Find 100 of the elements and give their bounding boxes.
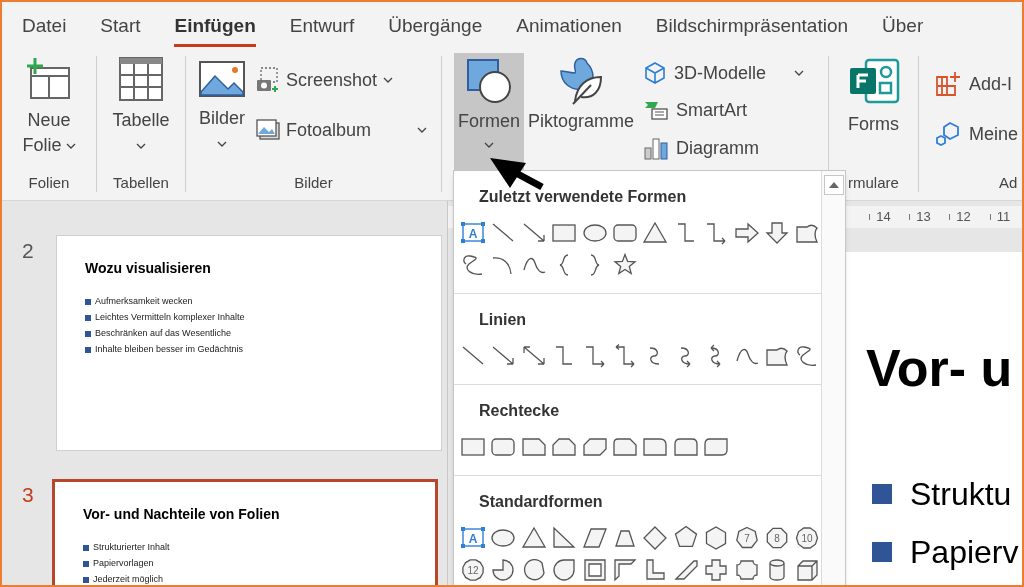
bullet-text: Papierv (910, 533, 1019, 572)
diamond-icon[interactable] (642, 526, 669, 550)
text-box-icon[interactable]: A (460, 221, 486, 245)
oval-icon[interactable] (490, 526, 517, 550)
bullet-text: Aufmerksamkeit wecken (95, 295, 193, 308)
my-add-ins-button[interactable]: Meine (935, 116, 1022, 152)
ribbon-tab[interactable]: Übergänge (388, 2, 483, 47)
ruler-number: 14 (876, 208, 891, 227)
slide-thumbnail[interactable]: Wozu visualisieren Aufmerksamkeit wecken Leichtes Vermitteln komplexer Inhalte Beschränken auf das Wesentliche Inhalte bleiben besser im Gedächtnis (56, 235, 442, 451)
section-heading: Linien (478, 310, 528, 330)
pentagon-icon[interactable] (672, 526, 699, 550)
screenshot-icon (256, 67, 280, 93)
icons-button[interactable]: Piktogramme (528, 48, 635, 172)
new-slide-icon (25, 56, 73, 100)
slide-title: Vor- u (866, 338, 1014, 398)
bullet-icon (85, 346, 91, 353)
rounded-rectangle-icon[interactable] (611, 221, 638, 245)
slide-title: Vor- und Nachteile von Folien (83, 505, 281, 524)
text-box-icon[interactable]: A (460, 526, 486, 550)
bar-chart-icon (644, 136, 669, 160)
bullet-text: Inhalte bleiben besser im Gedächtnis (95, 343, 244, 356)
pie-icon[interactable] (490, 558, 517, 582)
chevron-down-icon (417, 127, 427, 133)
section-heading: Zuletzt verwendete Formen (478, 187, 688, 207)
add-ins-button[interactable]: Add-I (935, 66, 1022, 102)
group-label: Bilder (293, 173, 334, 193)
bullet-icon (872, 542, 892, 562)
cube-icon (644, 62, 667, 84)
add-ins-icon (935, 71, 961, 97)
chevron-down-icon (65, 142, 76, 149)
plaque-icon[interactable] (733, 558, 760, 582)
arrow-line-icon[interactable] (490, 344, 517, 368)
teardrop-icon[interactable] (551, 558, 578, 582)
group-label: rmulare (848, 173, 899, 193)
ribbon-tab[interactable]: Start (100, 2, 141, 47)
rounded-rectangle-icon[interactable] (642, 435, 669, 459)
heptagon-icon[interactable]: 7 (733, 526, 760, 550)
oval-icon[interactable] (581, 221, 608, 245)
rectangle-icon[interactable] (460, 435, 486, 459)
bird-leaf-icon (557, 55, 605, 105)
table-icon (118, 56, 164, 102)
bullet-text: Struktu (910, 475, 1012, 514)
bullet-text: Leichtes Vermitteln komplexer Inhalte (95, 311, 245, 324)
triangle-icon[interactable] (642, 221, 669, 245)
slide-title: Wozu visualisieren (85, 259, 212, 278)
rectangle-icon[interactable] (551, 221, 578, 245)
ribbon-tab[interactable]: Über (882, 2, 924, 47)
slide-number: 2 (21, 238, 35, 264)
chart-button[interactable]: Diagramm (644, 130, 805, 166)
cube-icon[interactable] (794, 558, 821, 582)
group-label: Tabellen (112, 173, 170, 193)
chevron-down-icon (217, 141, 227, 147)
bullet-icon (85, 298, 91, 305)
right-triangle-icon[interactable] (551, 526, 578, 550)
table-button[interactable]: Tabelle (112, 56, 170, 172)
photo-album-icon (256, 119, 280, 141)
diagonal-stripe-icon[interactable] (672, 558, 699, 582)
frame-icon[interactable] (581, 558, 608, 582)
decagon-icon[interactable]: 10 (794, 526, 821, 550)
group-label: Folien (27, 173, 71, 193)
new-slide-label: Neue (27, 109, 71, 132)
double-arrow-icon[interactable] (520, 344, 547, 368)
caret-up-icon (828, 182, 839, 188)
ribbon-tab[interactable]: Entwurf (289, 2, 355, 47)
triangle-icon[interactable] (520, 526, 547, 550)
right-arrow-icon[interactable] (733, 221, 760, 245)
pictures-button[interactable]: Bilder (198, 56, 246, 172)
bullet-text: Papiervorlagen (93, 557, 154, 570)
section-heading: Rechtecke (478, 401, 561, 421)
ribbon-tab[interactable]: Bildschirmpräsentation (655, 2, 849, 47)
new-slide-label: Folie (22, 134, 62, 157)
ribbon-tab[interactable]: Datei (22, 2, 67, 47)
down-arrow-icon[interactable] (763, 221, 790, 245)
chevron-down-icon (484, 142, 494, 148)
shapes-icon (465, 57, 513, 105)
bullet-text: Jederzeit möglich (93, 573, 164, 585)
parallelogram-icon[interactable] (581, 526, 608, 550)
forms-button[interactable]: Forms (847, 58, 900, 172)
half-frame-icon[interactable] (611, 558, 638, 582)
ruler-number: 13 (916, 208, 931, 227)
ribbon-tab[interactable]: Einfügen (174, 2, 256, 47)
slide-thumbnail[interactable]: Vor- und Nachteile von Folien Strukturierter Inhalt Papiervorlagen Jederzeit möglich (52, 479, 438, 585)
bullet-icon (872, 484, 892, 504)
scroll-up-button[interactable] (823, 175, 844, 195)
ribbon-tab[interactable]: Animationen (516, 2, 622, 47)
dodecagon-icon[interactable]: 12 (460, 558, 486, 582)
rounded-rectangle-icon[interactable] (490, 435, 517, 459)
3d-models-button[interactable]: 3D-Modelle (644, 56, 805, 90)
star-icon[interactable] (611, 253, 638, 277)
screenshot-button[interactable]: Screenshot (256, 62, 427, 98)
photo-album-button[interactable]: Fotoalbum (256, 112, 427, 148)
bullet-icon (83, 576, 89, 583)
my-add-ins-icon (935, 121, 961, 147)
smartart-button[interactable]: SmartArt (644, 92, 805, 128)
cross-icon[interactable] (703, 558, 730, 582)
new-slide-button[interactable]: Neue Folie (22, 56, 76, 172)
bullet-icon (85, 314, 91, 321)
forms-icon (847, 58, 900, 104)
shapes-button[interactable]: Formen (454, 53, 524, 170)
smartart-icon (644, 100, 669, 120)
